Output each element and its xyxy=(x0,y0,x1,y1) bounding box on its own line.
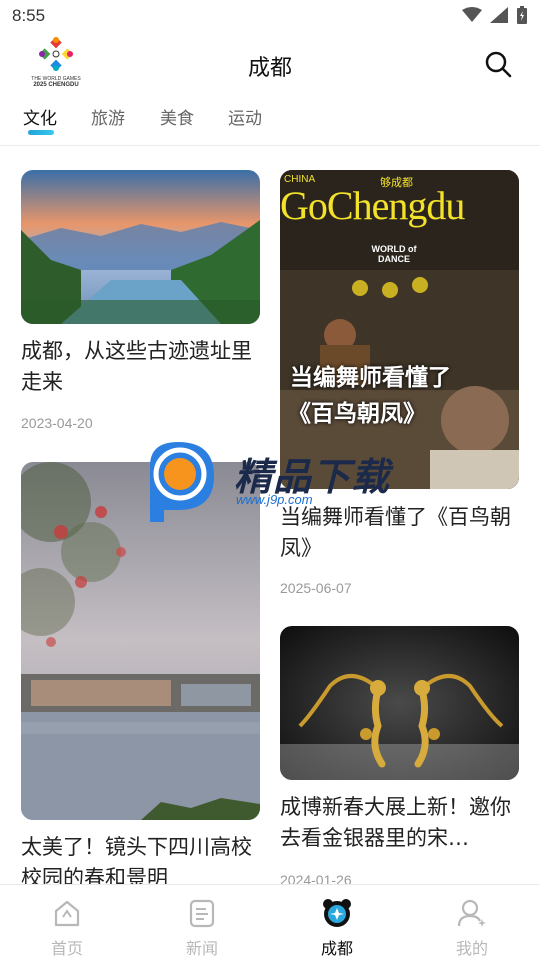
tab-culture[interactable]: 文化 xyxy=(23,104,57,129)
card-title[interactable]: 太美了！镜头下四川高校校园的春和景明 xyxy=(21,832,260,884)
card-image-landscape[interactable] xyxy=(21,170,260,324)
poster-overlay-line2: 《百鸟朝凤》 xyxy=(288,401,426,427)
watermark-url: www.j9p.com xyxy=(236,492,313,507)
card-title[interactable]: 成博新春大展上新！邀你去看金银器里的宋… xyxy=(280,792,519,854)
app-header: THE WORLD GAMES 2025 CHENGDU 成都 xyxy=(0,32,540,94)
poster-overlay-line1: 当编舞师看懂了 xyxy=(290,365,451,391)
page-title: 成都 xyxy=(247,56,292,81)
active-tab-indicator xyxy=(28,130,54,135)
news-card[interactable]: 成都，从这些古迹遗址里走来 2023-04-20 xyxy=(21,170,260,440)
card-title[interactable]: 成都，从这些古迹遗址里走来 xyxy=(21,336,260,398)
nav-chengdu-label: 成都 xyxy=(320,939,353,958)
nav-news[interactable]: 新闻 xyxy=(157,891,247,959)
search-icon[interactable] xyxy=(484,50,512,78)
panda-icon xyxy=(323,899,351,927)
profile-icon xyxy=(457,899,486,927)
news-card[interactable]: CHINA 够成都 GoChengdu WORLD of DANCE 当编舞师看… xyxy=(280,170,519,600)
nav-chengdu[interactable]: 成都 xyxy=(292,891,382,959)
nav-profile-label: 我的 xyxy=(455,939,488,958)
nav-profile[interactable]: 我的 xyxy=(427,891,517,959)
status-bar: 8:55 xyxy=(0,0,540,32)
tab-food[interactable]: 美食 xyxy=(160,104,194,129)
nav-home-label: 首页 xyxy=(50,939,83,958)
nav-home[interactable]: 首页 xyxy=(22,891,112,959)
card-date: 2024-01-26 xyxy=(280,872,352,884)
poster-masthead: GoChengdu xyxy=(280,183,465,228)
card-date: 2025-06-07 xyxy=(280,580,352,596)
card-date: 2023-04-20 xyxy=(21,415,93,431)
news-icon xyxy=(189,899,215,928)
watermark-logo-icon xyxy=(150,442,214,522)
world-of-dance-logo: WORLD of DANCE xyxy=(371,244,417,264)
tab-travel[interactable]: 旅游 xyxy=(91,104,125,129)
battery-icon xyxy=(517,6,527,24)
wifi-icon xyxy=(462,7,482,22)
news-card[interactable]: 成博新春大展上新！邀你去看金银器里的宋… 2024-01-26 xyxy=(280,626,519,884)
bottom-nav: 首页 新闻 成都 我的 xyxy=(0,884,540,960)
logo-line2: 2025 CHENGDU xyxy=(33,82,79,88)
status-time: 8:55 xyxy=(12,6,46,25)
status-icons xyxy=(462,6,528,24)
category-tabs: 文化 旅游 美食 运动 xyxy=(0,100,540,146)
tab-sports[interactable]: 运动 xyxy=(228,104,262,129)
news-card[interactable]: 太美了！镜头下四川高校校园的春和景明 xyxy=(21,462,260,884)
signal-icon xyxy=(490,7,508,23)
home-icon xyxy=(54,900,80,927)
watermark: 精品下载 www.j9p.com xyxy=(142,436,402,522)
nav-news-label: 新闻 xyxy=(185,939,218,958)
card-image-gold-artifact[interactable] xyxy=(280,626,519,780)
